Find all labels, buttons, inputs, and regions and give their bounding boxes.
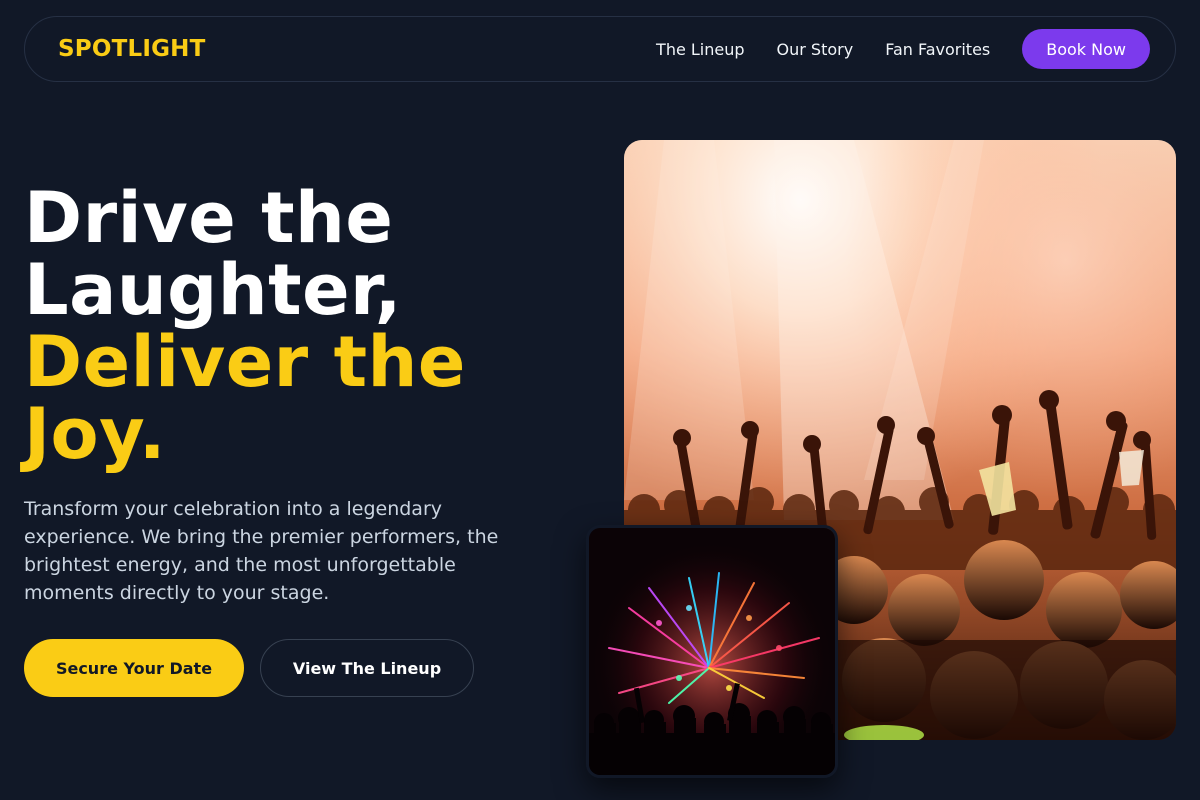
- hero-title-line-2: Laughter,: [24, 249, 402, 331]
- fireworks-crowd-image: [586, 525, 838, 778]
- hero-title-line-3: Deliver the: [24, 321, 466, 403]
- hero-title-line-1: Drive the: [24, 177, 394, 259]
- nav-link-lineup[interactable]: The Lineup: [656, 40, 744, 59]
- hero-subtitle: Transform your celebration into a legend…: [24, 498, 499, 604]
- nav-link-fan-favorites[interactable]: Fan Favorites: [885, 40, 990, 59]
- book-now-button[interactable]: Book Now: [1022, 29, 1150, 69]
- view-the-lineup-button[interactable]: View The Lineup: [260, 639, 474, 697]
- hero-title-line-4: Joy.: [24, 393, 166, 475]
- secure-your-date-button[interactable]: Secure Your Date: [24, 639, 244, 697]
- fireworks-illustration: [589, 528, 835, 775]
- top-navigation: SPOTLIGHT The Lineup Our Story Fan Favor…: [24, 16, 1176, 82]
- hero-title: Drive the Laughter, Deliver the Joy.: [24, 182, 584, 470]
- nav-link-our-story[interactable]: Our Story: [777, 40, 854, 59]
- landing-page: SPOTLIGHT The Lineup Our Story Fan Favor…: [0, 0, 1200, 800]
- nav-links: The Lineup Our Story Fan Favorites Book …: [624, 29, 1150, 69]
- brand-logo[interactable]: SPOTLIGHT: [58, 36, 206, 62]
